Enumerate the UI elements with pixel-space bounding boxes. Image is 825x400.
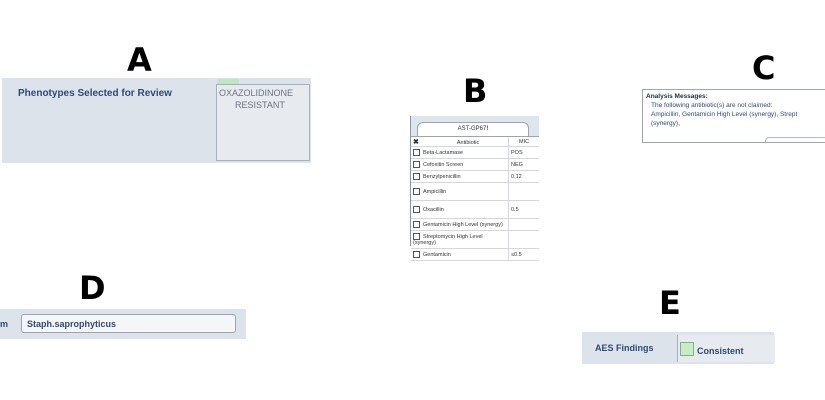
- row-checkbox[interactable]: [413, 161, 420, 168]
- antibiotic-name: Gentamicin: [423, 251, 451, 258]
- row-checkbox[interactable]: [413, 173, 420, 180]
- label-c: C: [752, 49, 776, 87]
- phenotype-indicator: [217, 79, 239, 84]
- row-checkbox[interactable]: [413, 251, 420, 258]
- aes-findings-box: Consistent: [677, 335, 775, 362]
- label-e: E: [659, 284, 681, 322]
- row-checkbox[interactable]: [413, 188, 420, 195]
- analysis-messages-panel: Analysis Messages: The following antibio…: [642, 89, 825, 143]
- ast-panel: AST-GP67! ✖ Antibiotic MIC Beta-Lactamase…: [410, 116, 539, 261]
- antibiotic-name: Oxacillin: [423, 206, 444, 213]
- mic-value: ≤0.5: [508, 248, 539, 261]
- antibiotic-name: Streptomycin High Level (synergy): [413, 233, 483, 246]
- analysis-line1: The following antibiotic(s) are not clai…: [651, 102, 773, 109]
- aes-findings-status: Consistent: [697, 346, 744, 356]
- table-row: Benzylpenicillin 0.12: [411, 170, 539, 183]
- table-row: Beta-Lactamase POS: [411, 146, 539, 159]
- phenotype-line2: RESISTANT: [235, 100, 285, 110]
- antibiotic-table: ✖ Antibiotic MIC Beta-Lactamase POS Cefox…: [411, 137, 539, 261]
- mic-value: NEG: [508, 158, 539, 171]
- mic-value: [508, 218, 539, 231]
- organism-label: m: [0, 319, 9, 329]
- mic-value: 0.12: [508, 170, 539, 183]
- table-row: Gentamicin High Level (synergy): [411, 218, 539, 231]
- table-header-row: ✖ Antibiotic MIC: [411, 137, 539, 147]
- row-checkbox[interactable]: [413, 233, 420, 240]
- phenotype-box[interactable]: OXAZOLIDINONE RESISTANT: [216, 79, 310, 161]
- antibiotic-name: Beta-Lactamase: [423, 149, 464, 156]
- table-row: Cefoxitin Screen NEG: [411, 158, 539, 171]
- panel-control[interactable]: [765, 137, 825, 142]
- table-row: Streptomycin High Level (synergy): [411, 230, 539, 249]
- table-row: Gentamicin ≤0.5: [411, 248, 539, 261]
- antibiotic-name: Gentamicin High Level (synergy): [423, 221, 503, 228]
- mic-value: 0.5: [508, 200, 539, 219]
- antibiotic-name: Benzylpenicillin: [423, 173, 461, 180]
- organism-field[interactable]: Staph.saprophyticus: [21, 314, 236, 333]
- analysis-line3: (synergy),: [651, 120, 680, 127]
- phenotypes-title: Phenotypes Selected for Review: [18, 88, 172, 99]
- label-a: A: [127, 41, 152, 79]
- row-checkbox[interactable]: [413, 149, 420, 156]
- label-d: D: [79, 269, 106, 307]
- mic-value: [508, 230, 539, 249]
- aes-findings-label: AES Findings: [595, 343, 654, 353]
- col-antibiotic: Antibiotic: [456, 139, 480, 146]
- table-row: Ampicillin: [411, 182, 539, 201]
- row-checkbox[interactable]: [413, 206, 420, 213]
- analysis-line2: Ampicillin, Gentamicin High Level (syner…: [651, 111, 798, 118]
- antibiotic-name: Ampicillin: [423, 188, 447, 195]
- ast-tabbar: AST-GP67!: [411, 116, 539, 137]
- tab-ast-card[interactable]: AST-GP67!: [417, 122, 529, 136]
- aes-findings-panel: AES Findings Consistent: [582, 332, 775, 364]
- mic-value: [508, 182, 539, 201]
- consistent-indicator: [680, 342, 694, 356]
- label-b: B: [463, 72, 488, 110]
- col-mic: MIC: [508, 137, 539, 147]
- organism-panel: m Staph.saprophyticus: [0, 309, 246, 339]
- row-checkbox[interactable]: [413, 221, 420, 228]
- table-row: Oxacillin 0.5: [411, 200, 539, 219]
- tab-label: AST-GP67: [457, 126, 487, 132]
- mic-value: POS: [508, 146, 539, 159]
- phenotypes-panel: Phenotypes Selected for Review OXAZOLIDI…: [2, 78, 311, 163]
- antibiotic-name: Cefoxitin Screen: [423, 161, 464, 168]
- alert-icon: !: [486, 126, 489, 132]
- select-all-icon[interactable]: ✖: [413, 139, 419, 146]
- phenotype-line1: OXAZOLIDINONE: [219, 88, 294, 98]
- analysis-heading: Analysis Messages:: [646, 93, 708, 100]
